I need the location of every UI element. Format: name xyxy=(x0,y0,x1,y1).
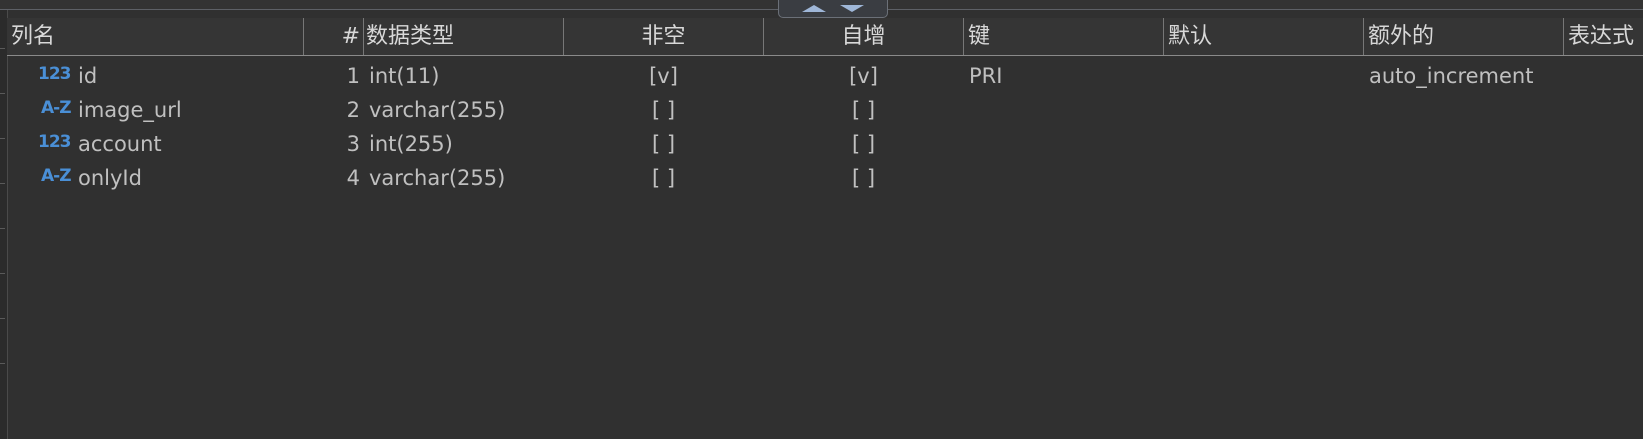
numeric-type-icon: 123 xyxy=(38,132,71,152)
column-resize-handle[interactable] xyxy=(303,18,304,55)
gutter-divider xyxy=(0,228,5,229)
column-resize-handle[interactable] xyxy=(1363,18,1364,55)
gutter-divider xyxy=(0,183,5,184)
string-type-icon: A-Z xyxy=(41,98,72,118)
table-row[interactable]: 123 account 3 int(255) [ ] [ ] xyxy=(7,127,1643,161)
table-header: 列名 # 数据类型 非空 自增 键 默认 额外的 表达式 xyxy=(7,18,1643,56)
auto-increment-checkbox[interactable]: [ ] xyxy=(764,127,963,161)
table-row[interactable]: 123 id 1 int(11) [v] [v] PRI auto_increm… xyxy=(7,59,1643,93)
table-row[interactable]: A-Z onlyId 4 varchar(255) [ ] [ ] xyxy=(7,161,1643,195)
not-null-checkbox[interactable]: [ ] xyxy=(564,127,763,161)
not-null-checkbox[interactable]: [ ] xyxy=(564,93,763,127)
data-type-cell[interactable]: int(255) xyxy=(369,127,453,161)
data-type-cell[interactable]: int(11) xyxy=(369,59,440,93)
column-resize-handle[interactable] xyxy=(1163,18,1164,55)
ordinal-cell: 1 xyxy=(346,64,360,88)
not-null-checkbox[interactable]: [v] xyxy=(564,59,763,93)
ordinal-cell: 2 xyxy=(346,98,360,122)
string-type-icon: A-Z xyxy=(41,166,72,186)
chevron-down-icon[interactable] xyxy=(840,4,864,12)
header-expression[interactable]: 表达式 xyxy=(1568,18,1643,55)
gutter-divider xyxy=(0,363,5,364)
chevron-up-icon[interactable] xyxy=(802,4,826,12)
gutter-divider xyxy=(0,273,5,274)
table-row[interactable]: A-Z image_url 2 varchar(255) [ ] [ ] xyxy=(7,93,1643,127)
header-extra[interactable]: 额外的 xyxy=(1368,18,1562,55)
extra-cell[interactable]: auto_increment xyxy=(1369,59,1533,93)
collapse-toggle[interactable] xyxy=(778,0,888,18)
columns-panel: 列名 # 数据类型 非空 自增 键 默认 额外的 表达式 123 id 1 in… xyxy=(0,0,1643,439)
header-key[interactable]: 键 xyxy=(968,18,1162,55)
column-name-cell[interactable]: image_url xyxy=(78,93,182,127)
auto-increment-checkbox[interactable]: [ ] xyxy=(764,93,963,127)
gutter-divider xyxy=(0,138,5,139)
header-ordinal[interactable]: # xyxy=(305,18,362,55)
column-resize-handle[interactable] xyxy=(1563,18,1564,55)
column-resize-handle[interactable] xyxy=(363,18,364,55)
data-type-cell[interactable]: varchar(255) xyxy=(369,161,505,195)
ordinal-cell: 3 xyxy=(346,132,360,156)
gutter-divider xyxy=(0,318,5,319)
data-type-cell[interactable]: varchar(255) xyxy=(369,93,505,127)
ordinal-cell: 4 xyxy=(346,166,360,190)
header-not-null[interactable]: 非空 xyxy=(564,18,763,55)
gutter-divider xyxy=(0,48,5,49)
numeric-type-icon: 123 xyxy=(38,64,71,84)
header-data-type[interactable]: 数据类型 xyxy=(366,18,558,55)
header-auto-increment[interactable]: 自增 xyxy=(764,18,963,55)
column-resize-handle[interactable] xyxy=(963,18,964,55)
column-name-cell[interactable]: id xyxy=(78,59,97,93)
header-default[interactable]: 默认 xyxy=(1168,18,1362,55)
key-cell[interactable]: PRI xyxy=(969,59,1002,93)
auto-increment-checkbox[interactable]: [ ] xyxy=(764,161,963,195)
column-name-cell[interactable]: account xyxy=(78,127,162,161)
gutter-divider xyxy=(0,93,5,94)
header-column-name[interactable]: 列名 xyxy=(11,18,301,55)
auto-increment-checkbox[interactable]: [v] xyxy=(764,59,963,93)
not-null-checkbox[interactable]: [ ] xyxy=(564,161,763,195)
column-name-cell[interactable]: onlyId xyxy=(78,161,142,195)
